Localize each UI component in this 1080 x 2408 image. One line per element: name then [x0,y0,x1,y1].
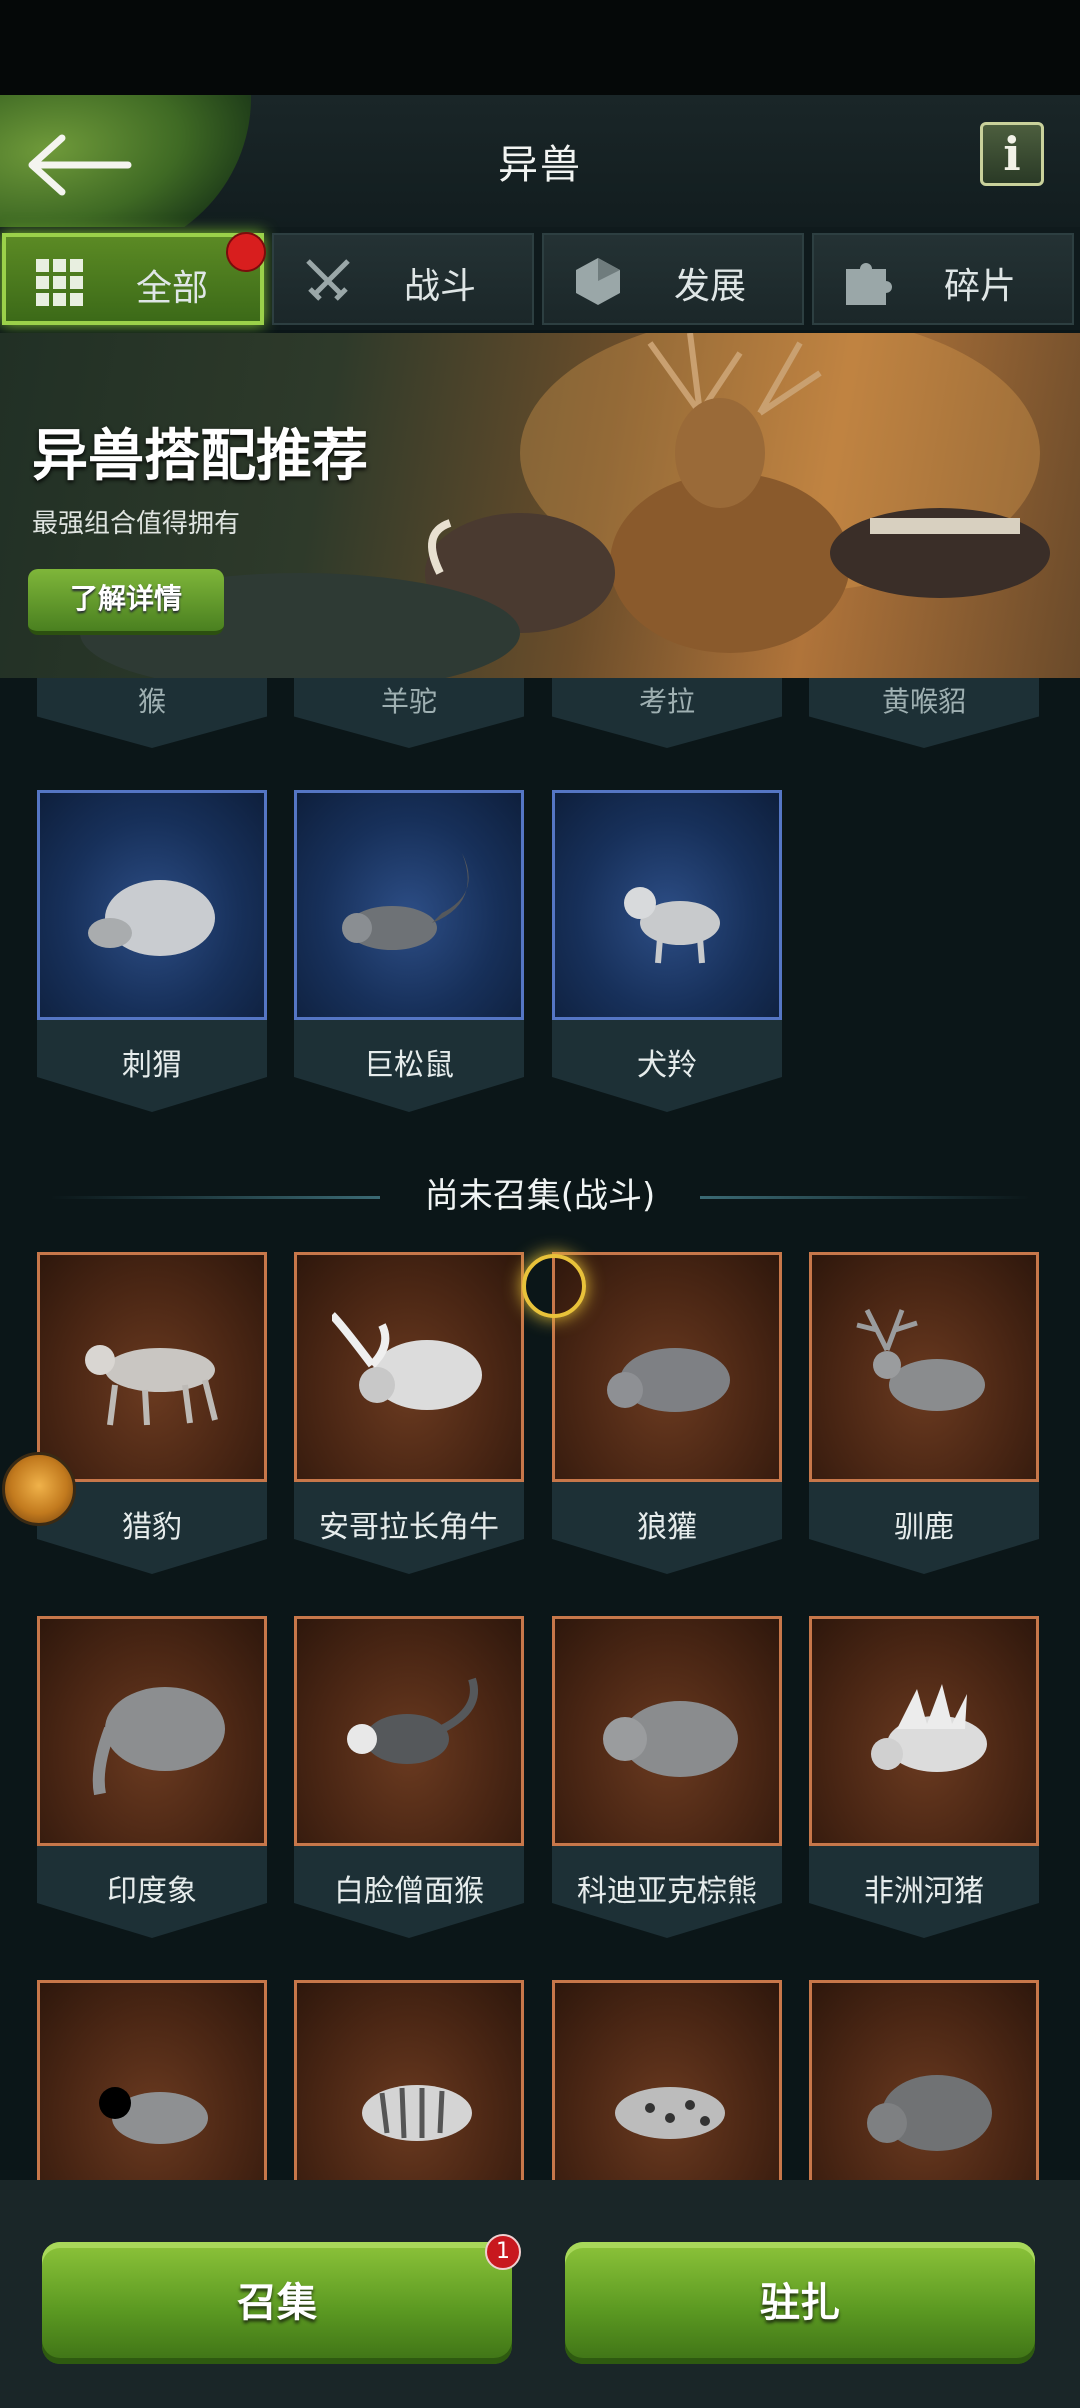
list-item[interactable]: 猴 [37,678,267,748]
beast-name: 猴 [137,685,166,718]
beast-card-hedgehog[interactable]: 刺猬 [37,790,267,1116]
beast-image [37,1980,267,2180]
list-item[interactable]: 考拉 [552,678,782,748]
beast-card-ankole-cattle[interactable]: 安哥拉长角牛 [294,1252,524,1578]
beast-name: 白脸僧面猴 [334,1874,484,1909]
beast-list: 猴 羊驼 考拉 黄喉貂 刺猬 巨松鼠 犬羚 猎豹 安哥拉长角牛 狼獾 驯鹿 印度… [0,678,1080,2180]
summon-badge: 1 [485,2234,521,2270]
beast-card-cheetah[interactable]: 猎豹 [37,1252,267,1578]
beast-name: 羊驼 [380,685,437,718]
lynx-icon [99,2087,208,2144]
section-header: 尚未召集(战斗) [0,1168,1080,1228]
tab-combat[interactable]: 战斗 [272,233,534,325]
beast-image [552,790,782,1020]
swords-icon [306,259,350,301]
beast-image [294,1980,524,2180]
beast-name: 巨松鼠 [364,1048,454,1083]
list-item[interactable] [294,1980,524,2180]
cattle-icon [332,1312,482,1410]
tab-combat-label: 战斗 [404,266,477,307]
beast-name: 狼獾 [637,1510,697,1545]
beast-name: 刺猬 [122,1048,182,1083]
beast-card-reindeer[interactable]: 驯鹿 [809,1252,1039,1578]
beast-name: 黄喉貂 [881,685,966,718]
beast-image [37,1616,267,1846]
beast-image [294,1616,524,1846]
leopard-icon [615,2087,725,2139]
cheetah-icon [85,1345,218,1426]
lion-avatar[interactable] [2,1452,76,1526]
beast-image [809,1980,1039,2180]
beast-image [37,790,267,1020]
beast-image [552,1616,782,1846]
page-title: 异兽 [498,142,582,188]
status-bar [0,0,1080,95]
station-button[interactable]: 驻扎 [565,2242,1035,2364]
list-item[interactable] [37,1980,267,2180]
tab-bar: 全部 战斗 发展 碎片 [0,227,1080,330]
beast-name: 非洲河猪 [864,1874,984,1909]
beast-image [294,790,524,1020]
beast-name: 驯鹿 [894,1510,954,1545]
squirrel-icon [342,853,469,950]
antelope-icon [624,887,720,964]
beast-name: 印度象 [107,1874,197,1909]
hog-icon [871,1684,987,1772]
list-item[interactable]: 羊驼 [294,678,524,748]
beast-name: 猎豹 [122,1510,182,1545]
beast-image [552,1980,782,2180]
tiger-icon [362,2085,472,2141]
beast-image [809,1252,1039,1482]
section-title: 尚未召集(战斗) [424,1176,656,1216]
tab-develop[interactable]: 发展 [542,233,804,325]
puzzle-icon [846,263,892,305]
notification-dot [226,232,266,272]
beast-name: 科迪亚克棕熊 [577,1874,757,1909]
elephant-icon [92,1687,225,1796]
promo-banner[interactable]: 异兽搭配推荐 最强组合值得拥有 了解详情 [0,333,1080,678]
grid-icon [36,259,83,306]
tab-all-label: 全部 [136,268,209,309]
beast-image [294,1252,524,1482]
beast-image [809,1616,1039,1846]
beast-image [552,1252,782,1482]
learn-more-button[interactable]: 了解详情 [28,569,224,635]
beast-card-white-faced-saki[interactable]: 白脸僧面猴 [294,1616,524,1942]
beast-image [37,1252,267,1482]
banner-title: 异兽搭配推荐 [32,424,368,489]
list-item[interactable]: 黄喉貂 [809,678,1039,748]
hedgehog-icon [88,880,215,956]
list-item[interactable] [552,1980,782,2180]
beast-name: 安哥拉长角牛 [319,1510,499,1545]
monkey-icon [347,1677,478,1764]
tab-fragments-label: 碎片 [944,266,1017,307]
tab-all[interactable]: 全部 [2,233,264,325]
wolverine-icon [607,1348,730,1412]
beast-name: 犬羚 [637,1048,697,1083]
hexagon-icon [576,258,620,305]
beast-card-giant-squirrel[interactable]: 巨松鼠 [294,790,524,1116]
bear-icon [867,2075,992,2151]
beast-card-indian-elephant[interactable]: 印度象 [37,1616,267,1942]
beast-card-kodiak-bear[interactable]: 科迪亚克棕熊 [552,1616,782,1942]
beast-card-wolverine[interactable]: 狼獾 [552,1252,782,1578]
info-button[interactable]: i [980,122,1044,186]
tab-develop-label: 发展 [674,266,747,307]
list-item[interactable] [809,1980,1039,2180]
beast-name: 考拉 [638,685,695,718]
sparkle-effect [522,1254,586,1318]
reindeer-icon [856,1308,985,1411]
beast-card-red-river-hog[interactable]: 非洲河猪 [809,1616,1039,1942]
beast-card-dikdik[interactable]: 犬羚 [552,790,782,1116]
summon-button[interactable]: 召集 [42,2242,512,2364]
tab-fragments[interactable]: 碎片 [812,233,1074,325]
bear-icon [603,1701,738,1777]
banner-subtitle: 最强组合值得拥有 [32,509,241,539]
